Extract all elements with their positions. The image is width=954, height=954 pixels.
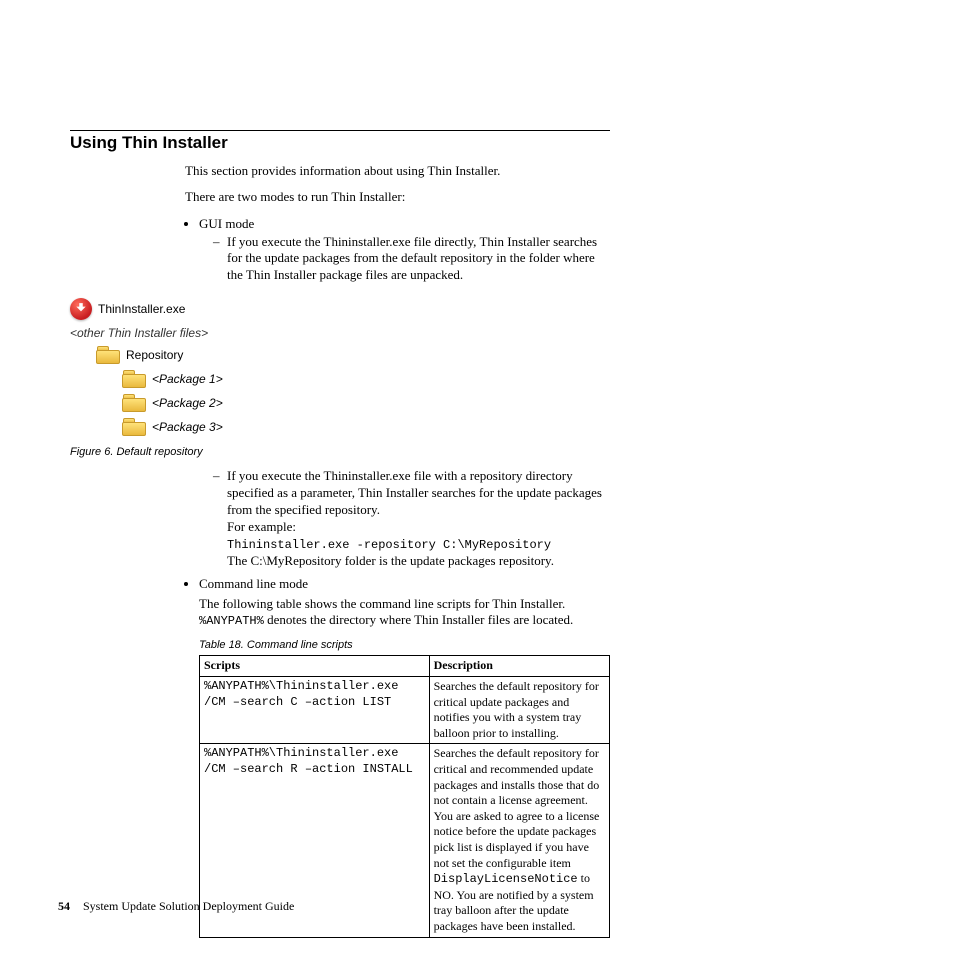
table-caption: Table 18. Command line scripts [199, 639, 610, 651]
script-cell: %ANYPATH%\Thininstaller.exe /CM –search … [200, 677, 430, 744]
folder-icon [96, 346, 120, 364]
col-description-header: Description [429, 656, 609, 677]
page-number: 54 [58, 899, 70, 913]
installer-icon [70, 298, 92, 320]
page-content: Using Thin Installer This section provid… [70, 130, 610, 944]
gui-dash-2: If you execute the Thininstaller.exe fil… [213, 468, 610, 570]
intro-paragraph-1: This section provides information about … [185, 163, 610, 179]
figure-caption: Figure 6. Default repository [70, 446, 610, 458]
command-line-scripts-table: Scripts Description %ANYPATH%\Thininstal… [199, 655, 610, 937]
gui-mode-item: GUI mode If you execute the Thininstalle… [199, 216, 610, 285]
fig-pkg2-row: <Package 2> [122, 394, 610, 412]
fig-other-files: <other Thin Installer files> [70, 326, 610, 340]
gui-dash2-p2: The C:\MyRepository folder is the update… [227, 553, 554, 568]
gui-mode-label: GUI mode [199, 216, 254, 231]
document-title: System Update Solution Deployment Guide [83, 899, 294, 913]
cmd-anypath: %ANYPATH% [199, 614, 264, 628]
folder-icon [122, 370, 146, 388]
fig-exe-label: ThinInstaller.exe [98, 302, 185, 316]
cmd-p1-b: denotes the directory where Thin Install… [264, 612, 573, 627]
r2-desc-a: Searches the default repository for crit… [434, 746, 600, 869]
folder-icon [122, 418, 146, 436]
table-row: %ANYPATH%\Thininstaller.exe /CM –search … [200, 677, 610, 744]
body-indent-2: If you execute the Thininstaller.exe fil… [185, 468, 610, 937]
fig-pkg1-label: <Package 1> [152, 372, 223, 386]
cmd-mode-label: Command line mode [199, 576, 308, 591]
page-footer: 54 System Update Solution Deployment Gui… [58, 899, 294, 914]
gui-dash-1: If you execute the Thininstaller.exe fil… [213, 234, 610, 285]
gui-dash2-command: Thininstaller.exe -repository C:\MyRepos… [227, 538, 551, 552]
mode-list: GUI mode If you execute the Thininstalle… [185, 216, 610, 285]
table-header-row: Scripts Description [200, 656, 610, 677]
fig-pkg3-label: <Package 3> [152, 420, 223, 434]
body-indent: This section provides information about … [185, 163, 610, 284]
fig-pkg3-row: <Package 3> [122, 418, 610, 436]
description-cell: Searches the default repository for crit… [429, 677, 609, 744]
fig-exe-row: ThinInstaller.exe [70, 298, 610, 320]
gui-dash2-example-label: For example: [227, 519, 296, 534]
fig-pkg1-row: <Package 1> [122, 370, 610, 388]
fig-pkg2-label: <Package 2> [152, 396, 223, 410]
fig-repo-row: Repository [96, 346, 610, 364]
cmd-mode-item: Command line mode The following table sh… [199, 576, 610, 937]
fig-repo-label: Repository [126, 348, 183, 362]
cmd-mode-paragraph: The following table shows the command li… [199, 596, 610, 629]
cmd-p1-a: The following table shows the command li… [199, 596, 565, 611]
description-cell: Searches the default repository for crit… [429, 744, 609, 937]
section-rule [70, 130, 610, 131]
col-scripts-header: Scripts [200, 656, 430, 677]
figure-default-repository: ThinInstaller.exe <other Thin Installer … [70, 298, 610, 458]
r2-code: DisplayLicenseNotice [434, 872, 578, 886]
gui-dash2-p1: If you execute the Thininstaller.exe fil… [227, 468, 602, 517]
section-heading: Using Thin Installer [70, 133, 610, 153]
folder-icon [122, 394, 146, 412]
intro-paragraph-2: There are two modes to run Thin Installe… [185, 189, 610, 205]
